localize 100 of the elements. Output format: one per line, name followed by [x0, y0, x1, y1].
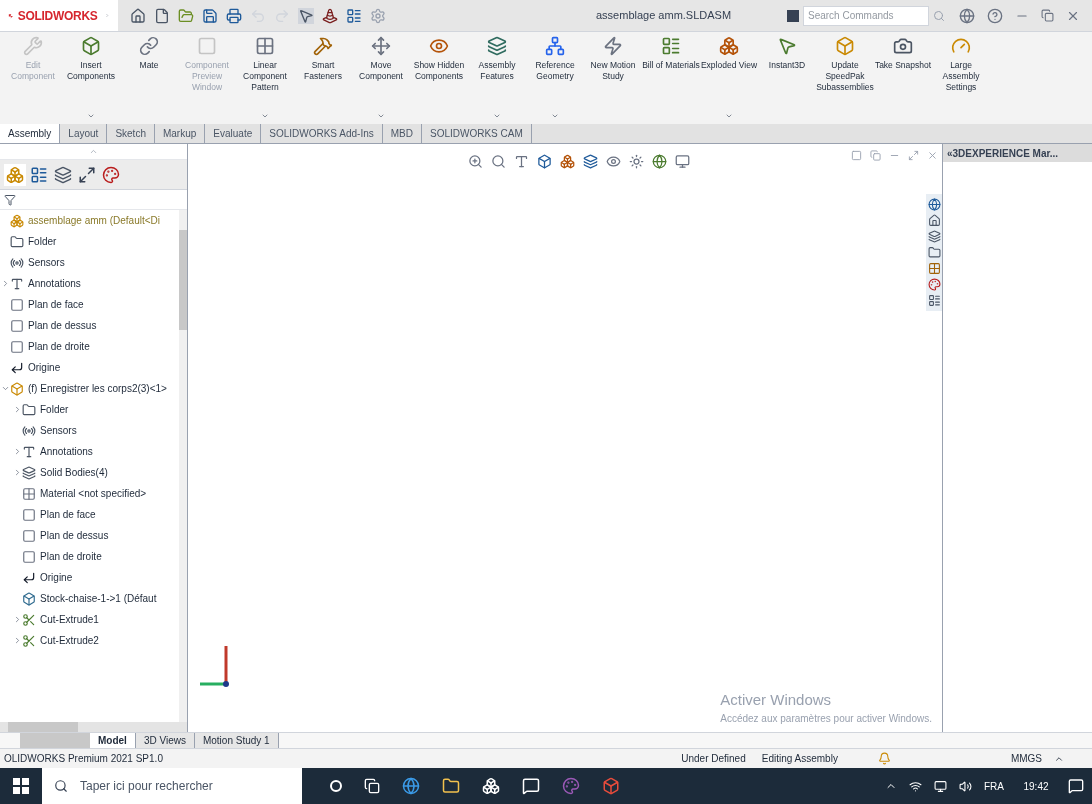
display-style-icon[interactable] — [583, 154, 598, 169]
open-icon[interactable] — [178, 7, 194, 24]
view-tab[interactable]: Motion Study 1 — [194, 733, 279, 748]
appearances-icon[interactable] — [927, 278, 941, 291]
language-indicator[interactable]: FRA — [984, 778, 1004, 794]
file-properties-icon[interactable] — [346, 7, 362, 24]
close-icon[interactable] — [927, 150, 938, 161]
app-icon[interactable] — [602, 777, 620, 795]
dropdown-icon[interactable] — [725, 112, 733, 120]
ribbon-button[interactable]: Reference Geometry — [526, 36, 584, 120]
browser-icon[interactable] — [402, 777, 420, 795]
scrollbar[interactable] — [179, 210, 187, 722]
tree-item[interactable]: Annotations — [28, 276, 81, 291]
globe-icon[interactable] — [959, 7, 975, 24]
volume-icon[interactable] — [959, 779, 972, 793]
file-explorer-icon[interactable] — [442, 777, 460, 795]
tree-item[interactable]: Material <not specified> — [40, 486, 147, 501]
save-icon[interactable] — [202, 7, 218, 24]
view-tab[interactable]: 3D Views — [135, 733, 195, 748]
search-field[interactable]: Search Commands — [803, 5, 929, 26]
appearance-icon[interactable] — [652, 154, 667, 169]
explorer-icon[interactable] — [927, 246, 941, 259]
tree-item[interactable]: Origine — [28, 360, 61, 375]
dropdown-icon[interactable] — [87, 112, 95, 120]
start-icon[interactable] — [13, 778, 29, 794]
scene-icon[interactable] — [629, 154, 644, 169]
tree-item[interactable]: Sensors — [40, 423, 77, 438]
notifications-icon[interactable] — [1068, 778, 1084, 794]
tree-item[interactable]: Plan de droite — [40, 549, 102, 564]
section-view-icon[interactable] — [537, 154, 552, 169]
ribbon-button[interactable]: Update SpeedPak Subassemblies — [816, 36, 874, 120]
tree-item[interactable]: Plan de dessus — [40, 528, 109, 543]
mail-icon[interactable] — [522, 777, 540, 795]
tree-item[interactable]: Folder — [40, 402, 69, 417]
view-palette-icon[interactable] — [927, 262, 941, 275]
tree-item[interactable]: Origine — [40, 570, 73, 585]
ribbon-button[interactable]: Linear Component Pattern — [236, 36, 294, 120]
ribbon-button[interactable]: Take Snapshot — [874, 36, 932, 120]
view-tab[interactable]: Model — [90, 733, 136, 748]
dropdown-icon[interactable] — [261, 112, 269, 120]
tree-item[interactable]: Annotations — [40, 444, 93, 459]
horizontal-scrollbar[interactable] — [0, 722, 187, 732]
paint-icon[interactable] — [562, 777, 580, 795]
store-icon[interactable] — [482, 777, 500, 795]
filter-icon[interactable] — [4, 193, 16, 206]
ribbon-button[interactable]: Move Component — [352, 36, 410, 120]
view-settings-icon[interactable] — [675, 154, 690, 169]
restore-icon[interactable] — [1041, 9, 1054, 22]
tab-scroll-thumb[interactable] — [20, 733, 90, 748]
ribbon-button[interactable]: Instant3D — [758, 36, 816, 120]
ribbon-tab[interactable]: Assembly — [0, 124, 61, 143]
ribbon-button[interactable]: Mate — [120, 36, 178, 120]
custom-properties-icon[interactable] — [927, 294, 941, 307]
feature-manager-icon[interactable] — [4, 163, 26, 186]
rebuild-icon[interactable] — [322, 7, 338, 24]
ribbon-button[interactable]: Bill of Materials — [642, 36, 700, 120]
tree-item[interactable]: Cut-Extrude1 — [40, 612, 99, 627]
tree-item[interactable]: Solid Bodies(4) — [40, 465, 108, 480]
tree-item[interactable]: Plan de droite — [28, 339, 90, 354]
dropdown-icon[interactable] — [551, 112, 559, 120]
hide-show-icon[interactable] — [606, 154, 621, 169]
tree-item[interactable]: Plan de face — [40, 507, 96, 522]
help-icon[interactable] — [987, 7, 1003, 24]
ribbon-button[interactable]: Assembly Features — [468, 36, 526, 120]
clock[interactable]: 19:42 — [1016, 778, 1056, 794]
tree-item[interactable]: Plan de face — [28, 297, 84, 312]
battery-icon[interactable] — [934, 779, 947, 793]
rebuild-status-icon[interactable] — [877, 752, 891, 765]
ribbon-button[interactable]: New Motion Study — [584, 36, 642, 120]
ribbon-button[interactable]: Insert Components — [62, 36, 120, 120]
collapse-icon[interactable] — [0, 384, 10, 393]
ribbon-button[interactable]: Exploded View — [700, 36, 758, 120]
cortana-icon[interactable] — [330, 780, 342, 792]
print-icon[interactable] — [226, 7, 242, 24]
tree-item[interactable]: (f) Enregistrer les corps2(3)<1> — [28, 381, 167, 396]
units-selector[interactable]: MMGS — [1010, 751, 1042, 766]
tree-item[interactable]: Stock-chaise-1->1 (Défaut — [40, 591, 157, 606]
taskbar-search-field[interactable]: Taper ici pour rechercher — [42, 768, 302, 804]
library-icon[interactable] — [927, 230, 941, 243]
network-icon[interactable] — [909, 779, 922, 793]
tree-item[interactable]: Plan de dessus — [28, 318, 97, 333]
zoom-area-icon[interactable] — [491, 154, 506, 169]
new-file-icon[interactable] — [154, 7, 170, 24]
tree-item[interactable]: Sensors — [28, 255, 65, 270]
view-orientation-icon[interactable] — [560, 154, 575, 169]
tree-item[interactable]: Folder — [28, 234, 57, 249]
home-icon[interactable] — [130, 7, 146, 24]
zoom-icon[interactable] — [468, 154, 483, 169]
dropdown-icon[interactable] — [493, 112, 501, 120]
ribbon-button[interactable]: Smart Fasteners — [294, 36, 352, 120]
tile-icon[interactable] — [870, 150, 881, 161]
previous-view-icon[interactable] — [514, 154, 529, 169]
resources-icon[interactable] — [927, 198, 941, 211]
tree-item[interactable]: assemblage amm (Default<Di — [28, 213, 160, 228]
tree-item[interactable]: Cut-Extrude2 — [40, 633, 99, 648]
dropdown-icon[interactable] — [377, 112, 385, 120]
ribbon-button[interactable]: Show Hidden Components — [410, 36, 468, 120]
ribbon-button[interactable]: Large Assembly Settings — [932, 36, 990, 120]
home-icon[interactable] — [927, 214, 941, 227]
task-view-icon[interactable] — [364, 778, 380, 794]
